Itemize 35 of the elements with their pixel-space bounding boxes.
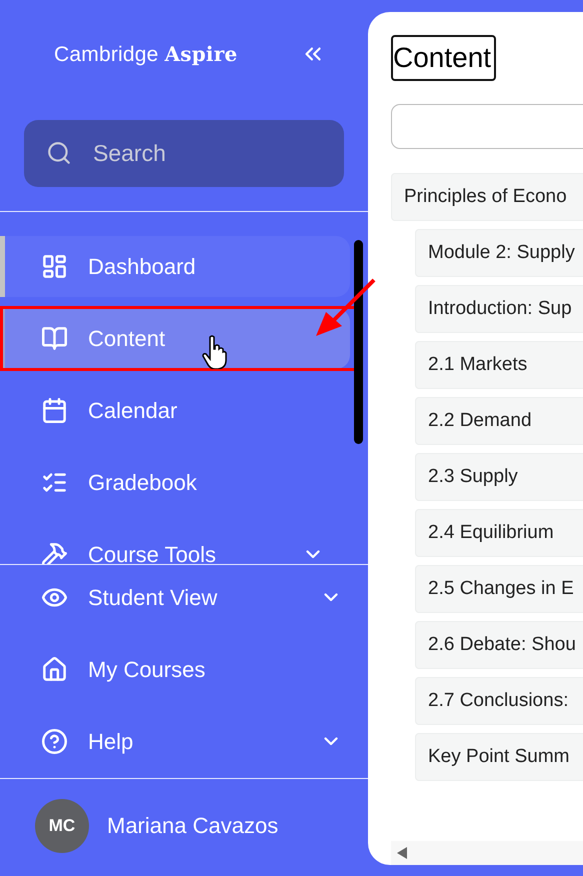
tree-item[interactable]: Key Point Summ: [415, 733, 583, 781]
dashboard-icon: [41, 253, 68, 280]
nav-item[interactable]: Dashboard: [0, 236, 350, 297]
help-icon: [41, 728, 68, 755]
tree-item[interactable]: 2.5 Changes in E: [415, 565, 583, 613]
scroll-left-icon: [397, 847, 407, 859]
cursor-icon: [202, 335, 228, 369]
input-field[interactable]: [391, 104, 583, 149]
nav-item[interactable]: Gradebook: [0, 452, 350, 513]
page-title: Content: [391, 35, 496, 81]
nav-item[interactable]: My Courses: [0, 639, 368, 700]
avatar[interactable]: MC: [35, 799, 89, 853]
tree-item[interactable]: 2.6 Debate: Shou: [415, 621, 583, 669]
search-icon: [46, 140, 72, 166]
user-name: Mariana Cavazos: [107, 813, 278, 839]
nav-item[interactable]: Student View: [0, 567, 368, 628]
tree-item[interactable]: Module 2: Supply: [415, 229, 583, 277]
tree-item[interactable]: 2.3 Supply: [415, 453, 583, 501]
nav-item[interactable]: Calendar: [0, 380, 350, 441]
search-field[interactable]: Search: [24, 120, 344, 187]
hammer-icon: [41, 541, 68, 564]
tree-item[interactable]: 2.2 Demand: [415, 397, 583, 445]
book-icon: [41, 325, 68, 352]
home-icon: [41, 656, 68, 683]
nav-item[interactable]: Course Tools: [0, 524, 350, 564]
tree-item[interactable]: 2.7 Conclusions:: [415, 677, 583, 725]
logo: Cambridge Aspire: [54, 42, 238, 66]
tree-item[interactable]: 2.1 Markets: [415, 341, 583, 389]
tree-item[interactable]: Principles of Econo: [391, 173, 583, 221]
scrollbar[interactable]: [354, 240, 363, 444]
horizontal-scrollbar[interactable]: [391, 841, 583, 865]
tree-item[interactable]: Introduction: Sup: [415, 285, 583, 333]
tree-item[interactable]: 2.4 Equilibrium: [415, 509, 583, 557]
nav-item[interactable]: Help: [0, 711, 368, 772]
calendar-icon: [41, 397, 68, 424]
